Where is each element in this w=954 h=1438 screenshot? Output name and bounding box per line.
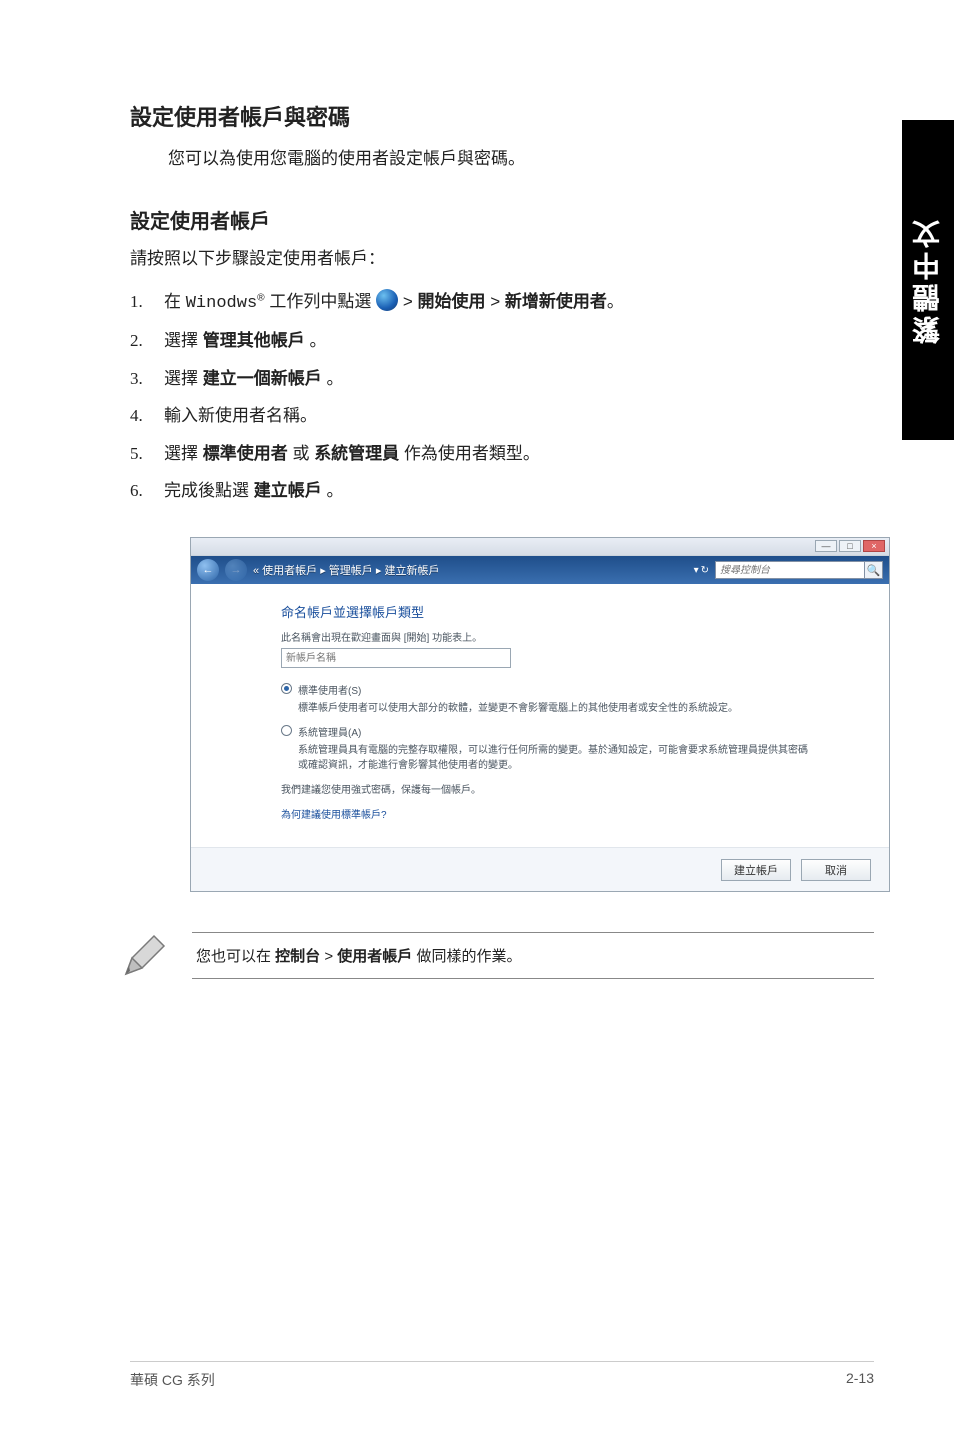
option-administrator[interactable]: 系統管理員(A) 系統管理員具有電腦的完整存取權限，可以進行任何所需的變更。基於… [281, 724, 809, 771]
refresh-icon[interactable]: ↻ [701, 565, 709, 576]
step-number: 6. [130, 472, 164, 509]
step-body: 選擇 建立一個新帳戶 。 [164, 360, 874, 397]
new-account-name-input[interactable] [281, 648, 511, 668]
intro-text: 您可以為使用您電腦的使用者設定帳戶與密碼。 [168, 144, 874, 169]
close-button[interactable]: × [863, 540, 885, 552]
pencil-icon [120, 932, 168, 980]
step-4: 4. 輸入新使用者名稱。 [130, 397, 874, 434]
minimize-button[interactable]: — [815, 540, 837, 552]
registered-mark: ® [257, 292, 265, 303]
search-input[interactable] [715, 561, 865, 579]
dropdown-icon[interactable]: ▾ [694, 565, 699, 576]
steps-list: 1. 在 Winodws® 工作列中點選 > 開始使用 > 新增新使用者。 2.… [130, 283, 874, 509]
step-3: 3. 選擇 建立一個新帳戶 。 [130, 360, 874, 397]
page-footer: 華碩 CG 系列 2-13 [130, 1361, 874, 1390]
step-number: 4. [130, 397, 164, 434]
step-number: 5. [130, 435, 164, 472]
step-body: 選擇 管理其他帳戶 。 [164, 322, 874, 359]
step-body: 完成後點選 建立帳戶 。 [164, 472, 874, 509]
create-account-button[interactable]: 建立帳戶 [721, 859, 791, 881]
step-6: 6. 完成後點選 建立帳戶 。 [130, 472, 874, 509]
step-number: 2. [130, 322, 164, 359]
dialog-body: 命名帳戶並選擇帳戶類型 此名稱會出現在歡迎畫面與 [開始] 功能表上。 標準使用… [191, 584, 889, 847]
option-label: 標準使用者(S) [298, 682, 738, 697]
why-standard-link[interactable]: 為何建議使用標準帳戶? [281, 806, 809, 821]
footer-left: 華碩 CG 系列 [130, 1370, 215, 1390]
sub-title: 設定使用者帳戶 [130, 205, 874, 234]
windows-orb-icon [376, 289, 398, 311]
windows-dialog-screenshot: — □ × ← → « 使用者帳戶 ▸ 管理帳戶 ▸ 建立新帳戶 ▾ ↻ 🔍 命… [190, 537, 890, 892]
window-titlebar: — □ × [191, 538, 889, 556]
back-button[interactable]: ← [197, 559, 219, 581]
step-number: 1. [130, 283, 164, 322]
code-winodws: Winodws [186, 294, 257, 313]
option-desc: 系統管理員具有電腦的完整存取權限，可以進行任何所需的變更。基於通知設定，可能會要… [298, 745, 808, 771]
search-icon[interactable]: 🔍 [865, 561, 883, 579]
dialog-subline: 此名稱會出現在歡迎畫面與 [開始] 功能表上。 [281, 629, 809, 644]
note-block: 您也可以在 控制台 > 使用者帳戶 做同樣的作業。 [120, 932, 874, 980]
dialog-footer: 建立帳戶 取消 [191, 847, 889, 891]
breadcrumb[interactable]: « 使用者帳戶 ▸ 管理帳戶 ▸ 建立新帳戶 [253, 562, 688, 578]
step-1: 1. 在 Winodws® 工作列中點選 > 開始使用 > 新增新使用者。 [130, 283, 874, 322]
radio-selected-icon[interactable] [281, 683, 292, 694]
step-2: 2. 選擇 管理其他帳戶 。 [130, 322, 874, 359]
note-text: 您也可以在 控制台 > 使用者帳戶 做同樣的作業。 [192, 932, 874, 979]
sub-intro: 請按照以下步驟設定使用者帳戶： [130, 244, 874, 269]
footer-right: 2-13 [846, 1370, 874, 1390]
step-number: 3. [130, 360, 164, 397]
radio-icon[interactable] [281, 725, 292, 736]
maximize-button[interactable]: □ [839, 540, 861, 552]
dialog-heading: 命名帳戶並選擇帳戶類型 [281, 602, 809, 621]
step-5: 5. 選擇 標準使用者 或 系統管理員 作為使用者類型。 [130, 435, 874, 472]
side-tab-label: 繁體中文 [908, 216, 948, 344]
main-title: 設定使用者帳戶與密碼 [130, 100, 874, 132]
step-body: 輸入新使用者名稱。 [164, 397, 874, 434]
forward-button[interactable]: → [225, 559, 247, 581]
cancel-button[interactable]: 取消 [801, 859, 871, 881]
step-body: 選擇 標準使用者 或 系統管理員 作為使用者類型。 [164, 435, 874, 472]
recommendation-text: 我們建議您使用強式密碼，保護每一個帳戶。 [281, 781, 809, 796]
window-controls: — □ × [815, 540, 885, 552]
option-standard-user[interactable]: 標準使用者(S) 標準帳戶使用者可以使用大部分的軟體，並變更不會影響電腦上的其他… [281, 682, 809, 714]
option-label: 系統管理員(A) [298, 724, 809, 739]
language-side-tab: 繁體中文 [902, 120, 954, 440]
search-area: ▾ ↻ 🔍 [694, 561, 883, 579]
address-bar: ← → « 使用者帳戶 ▸ 管理帳戶 ▸ 建立新帳戶 ▾ ↻ 🔍 [191, 556, 889, 584]
option-desc: 標準帳戶使用者可以使用大部分的軟體，並變更不會影響電腦上的其他使用者或安全性的系… [298, 703, 738, 714]
step-body: 在 Winodws® 工作列中點選 > 開始使用 > 新增新使用者。 [164, 283, 874, 322]
